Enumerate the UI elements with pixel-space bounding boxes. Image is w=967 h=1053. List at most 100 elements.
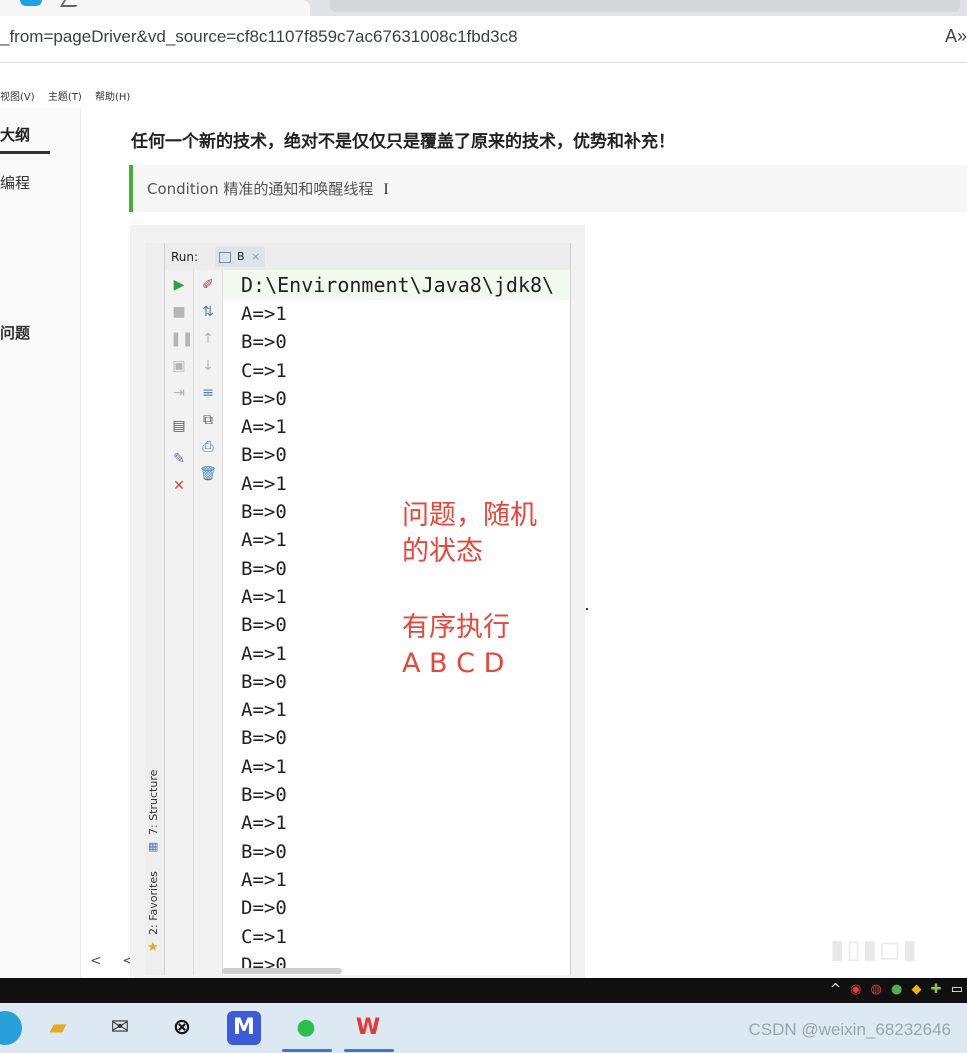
print-icon[interactable]: ⎙ <box>199 438 217 456</box>
scroll-to-end-icon[interactable]: ⧉ <box>199 411 217 429</box>
system-tray: ^ ◉ ◍ ● ◆ ✚ ▭ <box>0 978 967 1003</box>
xbox-icon[interactable]: ⊗ <box>165 1011 199 1045</box>
tray-weibo-icon[interactable]: ◍ <box>871 982 882 997</box>
console-line: B=>0 <box>241 387 287 410</box>
tray-app-red-icon[interactable]: ◉ <box>850 982 861 997</box>
console-output[interactable]: D:\Environment\Java8\jdk8\ A=>1 B=>0 C=>1 B… <box>223 270 570 975</box>
pause-icon[interactable]: ❚❚ <box>170 330 193 348</box>
favorites-tool-label[interactable]: 2: Favorites <box>147 871 160 935</box>
run-toolbar-secondary: ✐ ⇅ ↑ ↓ ≡ ⧉ ⎙ 🗑 <box>194 270 223 975</box>
horizontal-scrollbar[interactable] <box>222 968 342 974</box>
stray-dot <box>586 608 588 610</box>
console-lines: A=>1 B=>0 C=>1 B=>0 A=>1 B=>0 A=>1 B=>0 A=>1 B=>0… <box>241 300 287 975</box>
down-arrow-icon[interactable]: ↓ <box>199 357 217 375</box>
annotation-line-3: 有序执行 <box>402 612 510 643</box>
tray-plus-icon[interactable]: ✚ <box>931 982 942 997</box>
edge-browser-icon[interactable] <box>0 1011 22 1045</box>
console-line: A=>1 <box>241 472 287 495</box>
console-line: B=>0 <box>241 614 287 637</box>
outline-item-programming[interactable]: 编程 <box>0 172 30 193</box>
console-line: A=>1 <box>241 303 287 325</box>
console-first-line: D:\Environment\Java8\jdk8\ <box>223 270 570 300</box>
ide-left-strip: 7: Structure ▦ 2: Favorites ★ <box>145 243 164 975</box>
run-header: Run: B × <box>165 243 570 271</box>
console-line: B=>0 <box>241 501 287 524</box>
annotation-line-4: A B C D <box>402 648 505 679</box>
console-line: A=>1 <box>241 755 287 778</box>
console-line: A=>1 <box>241 699 287 722</box>
close-icon[interactable]: × <box>251 250 260 263</box>
close-panel-icon[interactable]: ✕ <box>170 477 188 495</box>
url-text[interactable]: _from=pageDriver&vd_source=cf8c1107f859c… <box>0 27 518 47</box>
run-tab-icon <box>219 252 231 263</box>
annotation-line-2: 的状态 <box>402 536 483 567</box>
outline-item-problem[interactable]: 问题 <box>0 322 30 343</box>
trash-icon[interactable]: 🗑 <box>199 465 217 483</box>
tray-expand-icon[interactable]: ^ <box>830 982 841 997</box>
wechat-icon[interactable]: ● <box>289 1011 323 1045</box>
console-line: B=>0 <box>241 670 287 693</box>
csdn-watermark: CSDN @weixin_68232646 <box>748 1020 951 1039</box>
console-line: A=>1 <box>241 868 287 891</box>
console-line: B=>0 <box>241 727 287 750</box>
menu-view[interactable]: 视图(V) <box>0 92 35 103</box>
doc-heading: 任何一个新的技术，绝对不是仅仅只是覆盖了原来的技术，优势和补充！ <box>131 132 675 152</box>
up-arrow-icon[interactable]: ↑ <box>199 330 217 348</box>
structure-tool-label[interactable]: 7: Structure <box>147 770 160 835</box>
structure-icon: ▦ <box>148 840 159 853</box>
console-line: C=>1 <box>241 359 287 382</box>
console-line: B=>0 <box>241 557 287 580</box>
blockquote: Condition 精准的通知和唤醒线程 I <box>129 165 967 212</box>
tray-input-icon[interactable]: ◆ <box>912 982 922 997</box>
console-line: A=>1 <box>241 812 287 835</box>
tray-icons: ^ ◉ ◍ ● ◆ ✚ ▭ <box>825 982 963 997</box>
console-line: A=>1 <box>241 585 287 608</box>
favorites-star-icon: ★ <box>147 940 159 955</box>
console-line: B=>0 <box>241 784 287 807</box>
outline-sidebar: 大纲 编程 问题 <box>0 108 81 978</box>
mail-icon[interactable]: ✉ <box>103 1011 137 1045</box>
rerun-icon[interactable]: ▶ <box>170 276 188 294</box>
outline-title[interactable]: 大纲 <box>0 124 30 145</box>
browser-tab-inactive[interactable] <box>330 0 960 12</box>
pin-icon[interactable]: ✎ <box>170 450 188 468</box>
console-line: C=>1 <box>241 925 287 948</box>
address-bar[interactable]: _from=pageDriver&vd_source=cf8c1107f859c… <box>0 16 967 63</box>
annotation-line-1: 问题，随机 <box>402 500 537 531</box>
browser-tab-strip <box>0 0 967 16</box>
run-label: Run: <box>171 250 199 264</box>
menu-help[interactable]: 帮助(H) <box>95 92 130 103</box>
console-path: D:\Environment\Java8\jdk8\ <box>241 273 555 297</box>
browser-tab-active[interactable] <box>0 0 310 16</box>
wps-icon[interactable]: W <box>351 1011 385 1045</box>
read-aloud-icon[interactable]: A» <box>945 26 967 47</box>
file-explorer-icon[interactable]: ▰ <box>41 1011 75 1045</box>
console-line: A=>1 <box>241 529 287 552</box>
console-line: B=>0 <box>241 331 287 354</box>
stop-icon[interactable]: ■ <box>170 303 188 321</box>
menu-theme[interactable]: 主题(T) <box>48 92 82 103</box>
tray-wechat-icon[interactable]: ● <box>891 982 902 997</box>
soft-wrap-icon[interactable]: ≡ <box>199 384 217 402</box>
exit-icon[interactable]: ⇥ <box>170 384 188 402</box>
sort-icon[interactable]: ⇅ <box>199 303 217 321</box>
dump-threads-icon[interactable]: ▣ <box>170 357 188 375</box>
console-line: A=>1 <box>241 642 287 665</box>
console-line: B=>0 <box>241 840 287 863</box>
text-cursor-icon: I <box>383 181 389 198</box>
clear-icon[interactable]: ✐ <box>199 276 217 294</box>
wps-active-indicator <box>344 1049 394 1052</box>
blockquote-content: Condition 精准的通知和唤醒线程 <box>147 180 374 198</box>
tray-network-icon[interactable]: ▭ <box>951 982 963 997</box>
wechat-active-indicator <box>282 1049 332 1052</box>
taskbar: ▰ ✉ ⊗ M ● W CSDN @weixin_68232646 <box>0 1003 967 1053</box>
ide-run-panel: Run: B × ▶ ■ ❚❚ ▣ ⇥ ▤ ✎ ✕ ✐ ⇅ ↑ ↓ ≡ ⧉ ⎙ … <box>164 243 571 975</box>
blockquote-text: Condition 精准的通知和唤醒线程 I <box>147 178 389 199</box>
nav-prev-icon[interactable]: < <box>90 953 102 969</box>
console-line: D=>0 <box>241 897 287 920</box>
run-toolbar-primary: ▶ ■ ❚❚ ▣ ⇥ ▤ ✎ ✕ <box>165 270 194 975</box>
app-m-icon[interactable]: M <box>227 1011 261 1045</box>
video-watermark-icon: ▮▯▮◻▮ <box>830 935 919 965</box>
layout-icon[interactable]: ▤ <box>170 417 188 435</box>
run-tab-b[interactable]: B × <box>215 247 265 267</box>
